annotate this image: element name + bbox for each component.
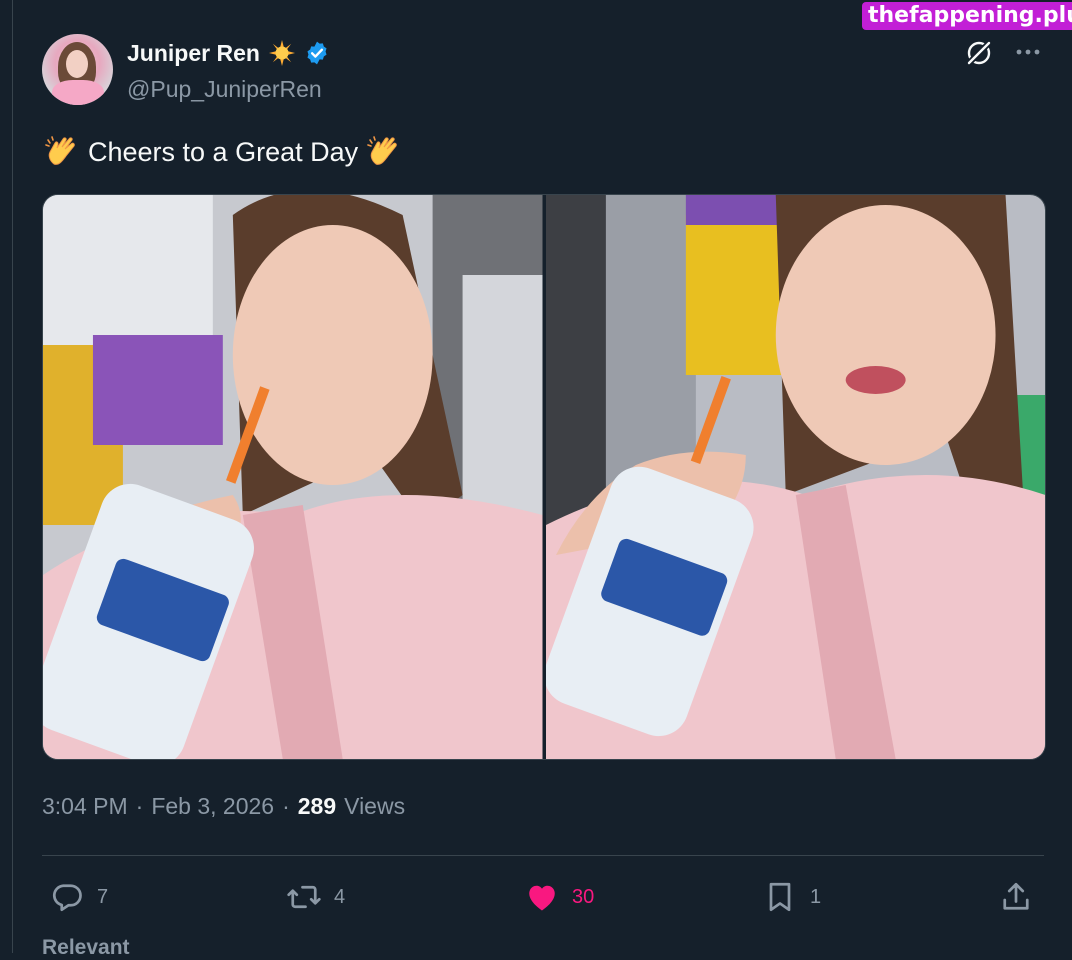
action-divider	[42, 855, 1044, 856]
share-icon	[1003, 882, 1029, 910]
bookmark-button[interactable]: 1	[762, 878, 821, 916]
tweet-date[interactable]: Feb 3, 2026	[151, 790, 274, 822]
views-label: Views	[344, 793, 406, 819]
reply-icon	[52, 884, 82, 912]
media-grid[interactable]	[42, 194, 1046, 760]
heart-filled-icon	[529, 885, 555, 911]
author-handle[interactable]: @Pup_JuniperRen	[127, 74, 322, 104]
verified-badge-icon[interactable]	[304, 40, 330, 66]
media-photo-1[interactable]	[43, 195, 543, 759]
repost-icon	[287, 885, 321, 909]
clapping-hands-icon	[45, 136, 75, 165]
like-button[interactable]: 30	[524, 878, 594, 916]
reply-button[interactable]: 7	[49, 878, 108, 916]
timeline-border	[12, 0, 13, 953]
author-name-row[interactable]: Juniper Ren	[127, 38, 330, 68]
display-name[interactable]: Juniper Ren	[127, 38, 260, 68]
clapping-hands-icon	[367, 136, 397, 165]
watermark: thefappening.plus	[862, 2, 1072, 30]
like-count: 30	[572, 885, 595, 908]
more-icon[interactable]	[1013, 40, 1043, 64]
meta-separator: ·	[282, 793, 290, 819]
meta-separator: ·	[135, 793, 144, 819]
grok-icon[interactable]	[963, 37, 995, 69]
media-photo-2[interactable]	[545, 195, 1045, 759]
repost-button[interactable]: 4	[286, 878, 345, 916]
tweet-meta: 3:04 PM · Feb 3, 2026 · 289 Views	[42, 790, 405, 822]
bookmark-icon	[769, 882, 791, 912]
tweet-time[interactable]: 3:04 PM	[42, 790, 128, 822]
tweet-body: Cheers to a Great Day	[88, 137, 359, 167]
sun-emoji-icon	[268, 40, 295, 66]
reply-count: 7	[97, 885, 109, 908]
replies-sort-label[interactable]: Relevant	[42, 936, 130, 960]
avatar[interactable]	[42, 34, 113, 105]
views-count: 289	[297, 793, 337, 819]
tweet-text: Cheers to a Great Day	[44, 134, 402, 170]
repost-count: 4	[334, 885, 346, 908]
share-button[interactable]	[998, 878, 1034, 916]
bookmark-count: 1	[810, 885, 822, 908]
